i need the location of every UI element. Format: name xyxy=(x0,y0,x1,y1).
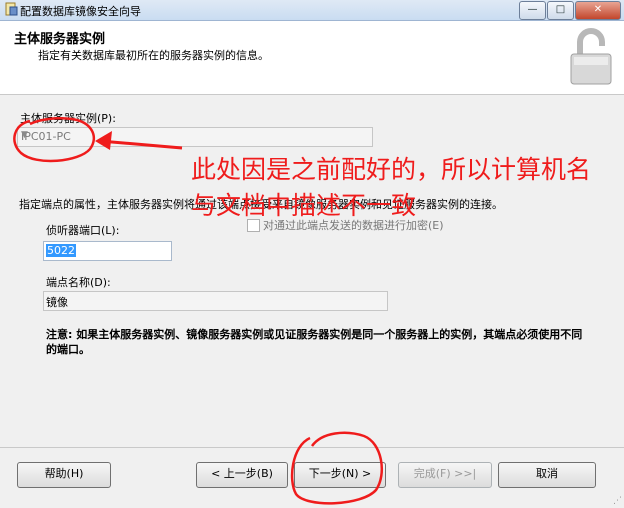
annotation-circle-next xyxy=(290,431,384,505)
annotation-arrow-head xyxy=(95,131,112,150)
annotation-text: 此处因是之前配好的，所以计算机名与文档中描述不一致 xyxy=(191,155,592,220)
annotation-circle-instance xyxy=(13,116,96,163)
annotation-overlay xyxy=(13,116,384,505)
annotation-arrow xyxy=(99,139,183,150)
